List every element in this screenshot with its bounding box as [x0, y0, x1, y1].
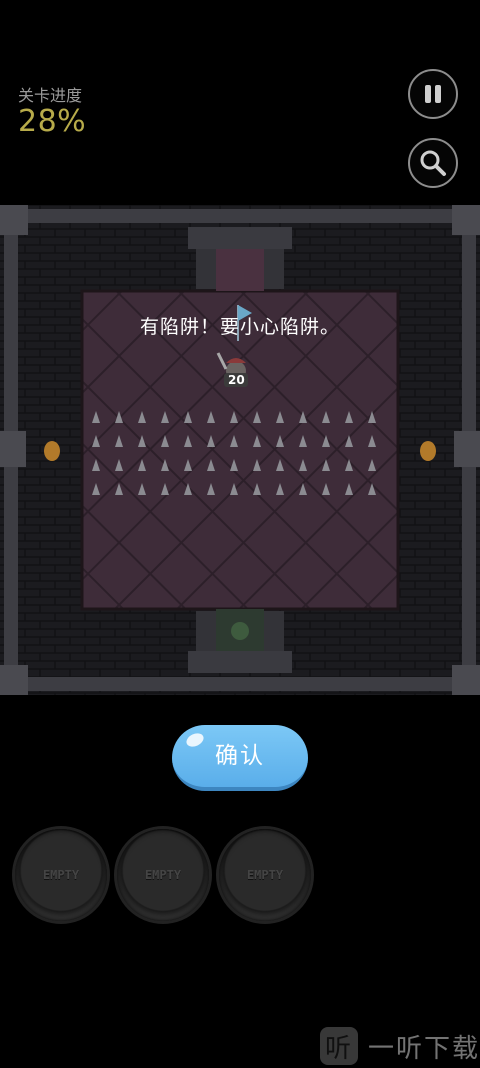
confirm-button[interactable]: 确认	[172, 725, 308, 791]
item-slot-label: EMPTY	[42, 868, 80, 882]
confirm-button-label: 确认	[215, 743, 265, 769]
dungeon-room	[0, 205, 480, 695]
item-slot-1[interactable]: EMPTY	[15, 829, 107, 921]
level-progress-value: 28%	[18, 104, 87, 139]
item-slot-3[interactable]: EMPTY	[219, 829, 311, 921]
watermark-text: 一听下载	[368, 1033, 480, 1064]
level-progress-label: 关卡进度	[18, 86, 83, 105]
item-slot-label: EMPTY	[144, 868, 182, 882]
button-shine	[184, 730, 206, 750]
watermark-logo: 听	[320, 1027, 358, 1065]
item-slot-label: EMPTY	[246, 868, 284, 882]
pause-button[interactable]	[408, 69, 458, 119]
player-level-badge: 20	[228, 373, 245, 387]
pause-icon	[425, 85, 441, 103]
item-slot-2[interactable]: EMPTY	[117, 829, 209, 921]
magnifier-icon	[420, 150, 446, 176]
zoom-button[interactable]	[408, 138, 458, 188]
tutorial-message: 有陷阱！要小心陷阱。	[139, 316, 340, 338]
watermark: 听 一听下载	[320, 1026, 480, 1066]
